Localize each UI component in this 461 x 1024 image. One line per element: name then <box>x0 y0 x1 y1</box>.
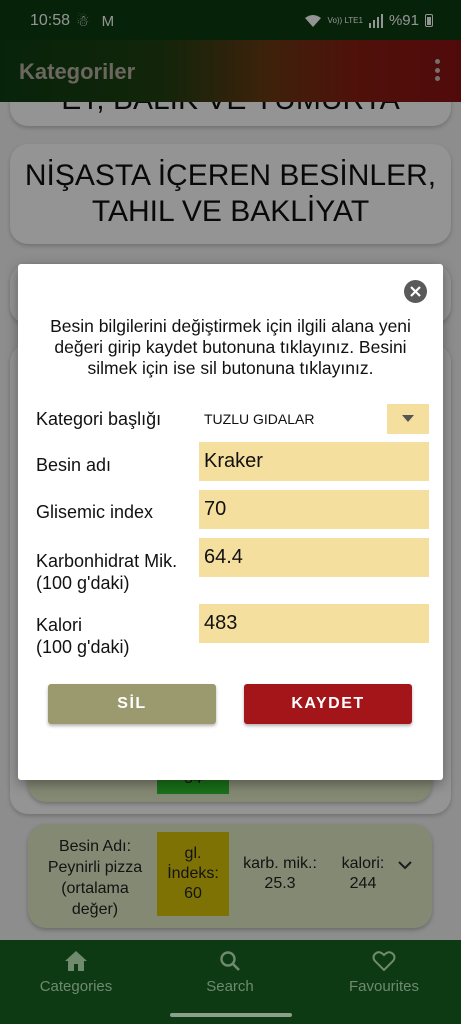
edit-food-dialog: Besin bilgilerini değiştirmek için ilgil… <box>18 264 443 780</box>
nav-item-search[interactable]: Search <box>170 950 290 995</box>
nav-label: Categories <box>39 978 113 995</box>
heart-icon <box>372 951 396 972</box>
calorie-label-line2: (100 g'daki) <box>36 637 130 657</box>
nav-item-favourites[interactable]: Favourites <box>324 950 444 995</box>
food-name-field[interactable] <box>199 442 429 481</box>
calorie-field[interactable] <box>199 604 429 643</box>
close-icon[interactable] <box>404 280 427 303</box>
nav-item-categories[interactable]: Categories <box>16 950 136 995</box>
dropdown-arrow[interactable] <box>387 404 429 434</box>
carb-label: Karbonhidrat Mik. (100 g'daki) <box>36 550 177 594</box>
gi-label: Glisemic index <box>36 502 154 522</box>
calorie-label-line1: Kalori <box>36 615 83 635</box>
food-name-label: Besin adı <box>36 455 112 475</box>
category-label: Kategori başlığı <box>36 409 162 429</box>
search-icon <box>220 951 240 971</box>
calorie-label: Kalori (100 g'daki) <box>36 614 130 658</box>
category-select-value: TUZLU GIDALAR <box>204 411 315 427</box>
dialog-message: Besin bilgilerini değiştirmek için ilgil… <box>50 316 411 378</box>
save-button[interactable]: KAYDET <box>244 684 412 724</box>
delete-button[interactable]: SİL <box>48 684 216 724</box>
category-select[interactable]: TUZLU GIDALAR <box>199 404 429 434</box>
carb-field[interactable] <box>199 538 429 577</box>
carb-label-line2: (100 g'daki) <box>36 573 130 593</box>
bottom-nav: Categories Search Favourites <box>0 940 461 1024</box>
home-icon <box>65 951 87 971</box>
nav-label: Favourites <box>348 978 420 995</box>
home-indicator[interactable] <box>170 1013 292 1017</box>
caret-down-icon <box>402 415 414 422</box>
carb-label-line1: Karbonhidrat Mik. <box>36 551 178 571</box>
nav-label: Search <box>206 978 254 995</box>
gi-field[interactable] <box>199 490 429 529</box>
